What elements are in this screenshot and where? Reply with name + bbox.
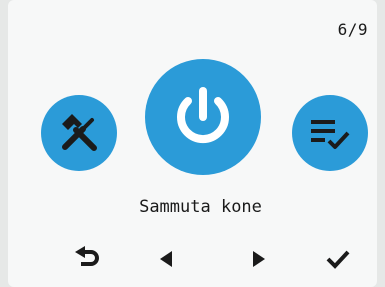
previous-button[interactable] [147, 242, 187, 276]
confirm-icon [326, 250, 350, 269]
next-button[interactable] [238, 242, 278, 276]
back-button[interactable] [68, 242, 108, 276]
menu-item-checklist[interactable] [292, 95, 368, 171]
back-icon [75, 246, 99, 266]
next-icon [253, 251, 265, 267]
confirm-button[interactable] [318, 242, 358, 276]
menu-item-tools[interactable] [41, 95, 117, 171]
menu-item-power-selected[interactable] [145, 59, 261, 175]
previous-icon [160, 251, 172, 267]
page-indicator: 6/9 [337, 20, 368, 39]
power-icon [177, 87, 229, 144]
checklist-icon [311, 120, 350, 149]
selected-item-label: Sammuta kone [139, 197, 262, 217]
tools-icon [62, 114, 97, 151]
device-screen: 6/9 Sammuta kone [8, 0, 377, 287]
